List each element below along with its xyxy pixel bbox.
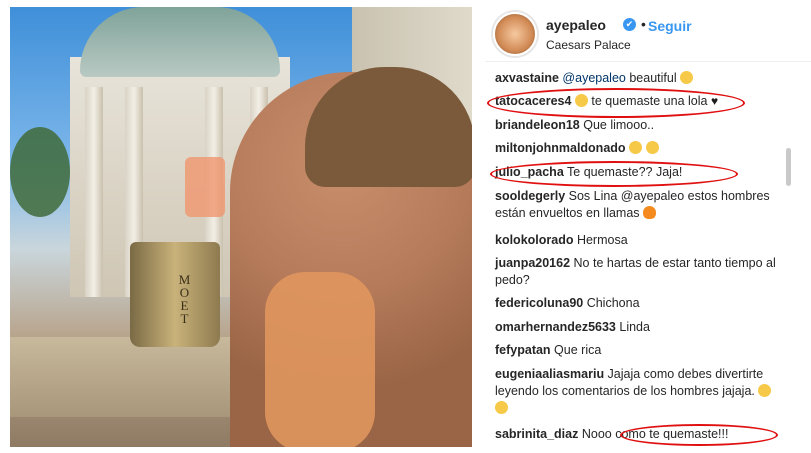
- rotunda-dome: [80, 7, 280, 77]
- separator-dot: •: [641, 16, 646, 32]
- post-photo: MOET: [10, 7, 472, 447]
- comment-item: briandeleon18 Que limooo..: [495, 117, 787, 134]
- comment-username[interactable]: juanpa20162: [495, 256, 570, 270]
- column: [85, 87, 103, 297]
- comment-username[interactable]: miltonjohnmaldonado: [495, 141, 626, 155]
- comment-text: Hermosa: [573, 233, 628, 247]
- comment-item: eugeniaaliasmariu Jajaja como debes dive…: [495, 366, 787, 417]
- champagne-bucket: MOET: [130, 242, 220, 347]
- comment-username[interactable]: fefypatan: [495, 343, 551, 357]
- comment-username[interactable]: sabrinita_diaz: [495, 427, 578, 440]
- avatar[interactable]: [493, 12, 537, 56]
- scrollbar-thumb[interactable]: [786, 148, 791, 186]
- comment-text: Linda: [615, 320, 650, 334]
- comment-item: sooldegerly Sos Lina @ayepaleo estos hom…: [495, 188, 787, 222]
- comment-item: omarhernandez5633 Linda: [495, 319, 787, 336]
- comment-text: Que rica: [550, 343, 602, 357]
- comment-username[interactable]: sooldegerly: [495, 189, 565, 203]
- heart-eyes-emoji-icon: [645, 141, 659, 154]
- highlight-oval: [487, 88, 745, 118]
- verified-badge-icon: ✔: [623, 18, 636, 31]
- comment-username[interactable]: briandeleon18: [495, 118, 580, 132]
- comment-text: beautiful: [625, 71, 681, 85]
- post-header: ayepaleo ✔ • Seguir Caesars Palace: [485, 0, 811, 62]
- comment-item: federicoluna90 Chichona: [495, 295, 787, 312]
- comment-username[interactable]: eugeniaaliasmariu: [495, 367, 604, 381]
- comment-item: miltonjohnmaldonado: [495, 140, 787, 157]
- heart-eyes-emoji-icon: [680, 71, 694, 84]
- comment-item: juanpa20162 No te hartas de estar tanto …: [495, 255, 787, 289]
- comment-item: axvastaine @ayepaleo beautiful: [495, 70, 787, 87]
- comment-username[interactable]: federicoluna90: [495, 296, 583, 310]
- username-link[interactable]: ayepaleo: [546, 17, 606, 33]
- comment-item: fefypatan Que rica: [495, 342, 787, 359]
- comments-panel: ayepaleo ✔ • Seguir Caesars Palace axvas…: [485, 0, 811, 453]
- swimsuit: [265, 272, 375, 447]
- location-link[interactable]: Caesars Palace: [546, 38, 631, 52]
- comment-username[interactable]: kolokolorado: [495, 233, 573, 247]
- palm-tree: [10, 127, 70, 217]
- grin-emoji-icon: [758, 384, 772, 397]
- highlight-oval: [620, 424, 778, 446]
- fire-emoji-icon: [643, 206, 657, 219]
- wine-glass: [185, 157, 225, 217]
- comment-username[interactable]: omarhernandez5633: [495, 320, 616, 334]
- grin-emoji-icon: [495, 401, 508, 414]
- comment-username[interactable]: axvastaine: [495, 71, 559, 85]
- comment-list: axvastaine @ayepaleo beautiful tatocacer…: [495, 70, 795, 453]
- highlight-oval: [490, 161, 738, 187]
- comment-item: kolokolorado Hermosa: [495, 232, 787, 249]
- comment-text: Chichona: [583, 296, 640, 310]
- comment-text: Que limooo..: [579, 118, 655, 132]
- comment-mention[interactable]: @ayepaleo: [562, 71, 625, 85]
- bucket-label: MOET: [177, 272, 192, 324]
- heart-eyes-emoji-icon: [629, 141, 643, 154]
- follow-button[interactable]: Seguir: [648, 18, 692, 34]
